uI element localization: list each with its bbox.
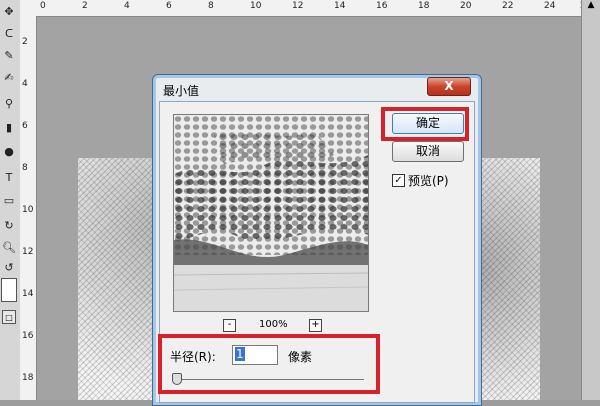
- eyedropper-icon[interactable]: ✎: [2, 48, 16, 62]
- vertical-scrollbar[interactable]: ▲: [581, 0, 600, 400]
- quick-mask-icon[interactable]: □: [2, 310, 16, 324]
- scroll-up-icon[interactable]: ▲: [584, 0, 598, 14]
- preview-image: [174, 115, 368, 311]
- ruler-tick: 16: [22, 331, 34, 341]
- zoom-out-button[interactable]: -: [223, 319, 236, 332]
- toolbox: ✥ ᑕ ✎ ✍ ⚲ ▮ ● T ▭ ↻ 🔍︎ ↺ □: [0, 0, 21, 400]
- ruler-tick: 20: [460, 1, 472, 11]
- ruler-tick: 6: [166, 1, 172, 11]
- dodge-icon[interactable]: ●: [2, 144, 16, 158]
- lasso-icon[interactable]: ᑕ: [2, 26, 16, 40]
- close-button[interactable]: X: [427, 77, 471, 96]
- filter-preview[interactable]: [173, 114, 369, 312]
- stamp-icon[interactable]: ⚲: [2, 96, 16, 110]
- brush-icon[interactable]: ✍: [2, 70, 16, 84]
- ruler-tick: 16: [376, 1, 388, 11]
- zoom-controls: - 100% +: [223, 319, 333, 333]
- ruler-tick: 14: [22, 289, 34, 299]
- zoom-level: 100%: [259, 319, 288, 330]
- ruler-tick: 18: [418, 1, 430, 11]
- ruler-tick: 2: [22, 37, 28, 47]
- ruler-top: 0 2 4 6 8 10 12 14 16 18 20 22 24 26: [20, 0, 600, 17]
- text-icon[interactable]: T: [2, 170, 16, 184]
- preview-label: 预览(P): [408, 173, 449, 188]
- radius-highlight: [158, 334, 380, 394]
- ruler-tick: 24: [544, 1, 556, 11]
- ruler-tick: 0: [40, 1, 46, 11]
- move-icon[interactable]: ✥: [2, 4, 16, 18]
- ruler-tick: 22: [502, 1, 514, 11]
- gradient-icon[interactable]: ▮: [2, 120, 16, 134]
- shape-icon[interactable]: ▭: [2, 193, 16, 207]
- ruler-tick: 10: [250, 1, 262, 11]
- ruler-tick: 6: [22, 121, 28, 131]
- dialog-title: 最小值: [163, 84, 200, 98]
- ruler-tick: 8: [22, 163, 28, 173]
- zoom-icon[interactable]: 🔍︎: [2, 240, 16, 254]
- preview-checkbox[interactable]: ✓ 预览(P): [392, 172, 449, 188]
- ruler-left: 2 4 6 8 10 12 14 16 18: [20, 16, 37, 400]
- cancel-button[interactable]: 取消: [392, 141, 464, 162]
- ruler-tick: 12: [292, 1, 304, 11]
- ruler-tick: 4: [22, 79, 28, 89]
- ok-button-highlight: [381, 107, 469, 141]
- color-swatch[interactable]: [1, 278, 17, 302]
- rotate-icon[interactable]: ↻: [2, 218, 16, 232]
- ruler-tick: 12: [22, 247, 34, 257]
- ruler-tick: 14: [334, 1, 346, 11]
- ruler-tick: 18: [22, 373, 34, 383]
- ruler-tick: 2: [82, 1, 88, 11]
- ruler-tick: 10: [22, 205, 34, 215]
- zoom-in-button[interactable]: +: [309, 319, 322, 332]
- hand-icon[interactable]: ↺: [2, 260, 16, 274]
- ruler-tick: 8: [208, 1, 214, 11]
- ruler-tick: 4: [124, 1, 130, 11]
- checkbox-icon[interactable]: ✓: [392, 173, 405, 187]
